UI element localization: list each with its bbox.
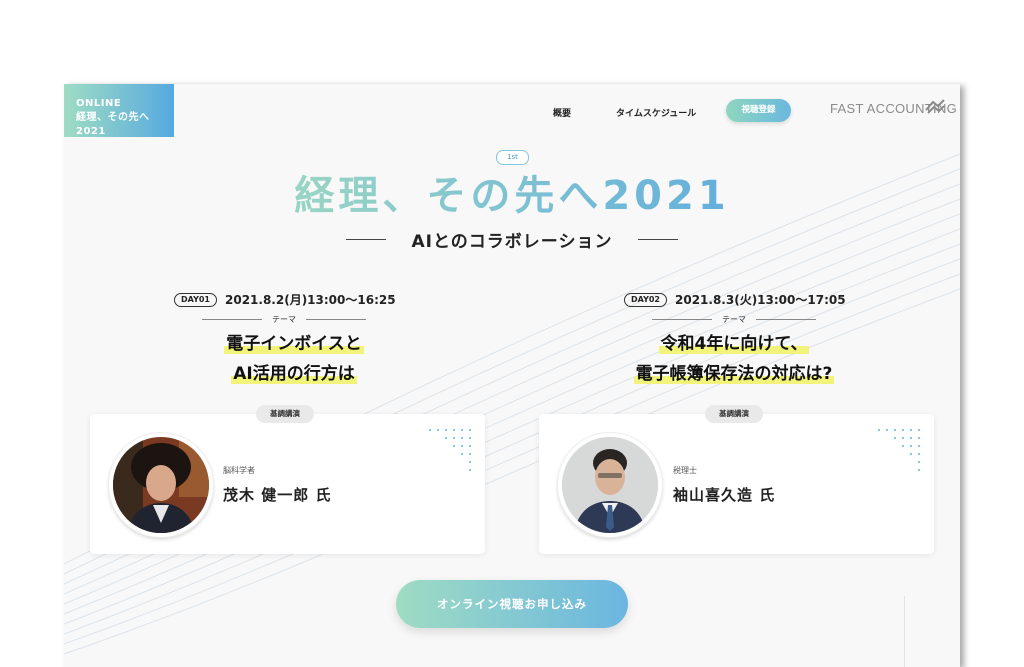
day1-speaker-name: 茂木 健一郎 氏 [223, 486, 332, 504]
day1-speaker-role: 脳科学者 [223, 466, 255, 475]
day2-speaker-avatar [558, 433, 662, 537]
day1-speaker-photo [113, 437, 209, 533]
nav-overview-link[interactable]: 概要 [553, 106, 571, 119]
day1-theme-label: テーマ [272, 315, 296, 324]
hero-title: 経理、その先へ2021 [64, 172, 960, 220]
online-badge-line2: 経理、その先へ2021 [76, 112, 150, 137]
day1-speaker-avatar [109, 433, 213, 537]
day1-topic-line1: 電子インボイスと [224, 334, 364, 354]
day2-keynote-badge: 基調講演 [705, 405, 763, 423]
day2-topic: 令和4年に向けて、 電子帳簿保存法の対応は? [564, 329, 904, 389]
edition-badge: 1st [496, 150, 529, 165]
subtitle-rule-right [637, 239, 678, 240]
day1-topic: 電子インボイスと AI活用の行方は [124, 329, 464, 389]
day1-topic-line2: AI活用の行方は [231, 364, 357, 384]
day2-dot-pattern-icon [877, 428, 921, 472]
nav-register-button[interactable]: 視聴登録 [726, 99, 791, 122]
day1-dot-pattern-icon [428, 428, 472, 472]
brand-mark-icon [925, 99, 945, 114]
nav-schedule-link[interactable]: タイムスケジュール [616, 106, 696, 119]
page: ONLINE 経理、その先へ2021 概要 タイムスケジュール 視聴登録 FAS… [64, 84, 960, 667]
day1-tag: DAY01 [174, 292, 217, 307]
day1-keynote-badge: 基調講演 [256, 405, 314, 423]
hero-subtitle-row: AIとのコラボレーション [64, 227, 960, 252]
online-badge-line1: ONLINE [76, 98, 122, 109]
day2-theme-label: テーマ [722, 315, 746, 324]
subtitle-rule-left [346, 239, 387, 240]
online-badge[interactable]: ONLINE 経理、その先へ2021 [64, 84, 174, 137]
day2-speaker-role: 税理士 [673, 466, 697, 475]
apply-online-viewing-button[interactable]: オンライン視聴お申し込み [396, 580, 628, 628]
day2-header: DAY02 2021.8.3(火)13:00〜17:05 [624, 291, 846, 308]
day2-speaker-name: 袖山喜久造 氏 [673, 486, 776, 504]
day1-date: 2021.8.2(月)13:00〜16:25 [225, 293, 396, 307]
day2-topic-line1: 令和4年に向けて、 [658, 334, 810, 354]
day2-theme-label-row: テーマ [624, 314, 844, 325]
day2-topic-line2: 電子帳簿保存法の対応は? [633, 364, 835, 384]
section-divider [904, 596, 905, 667]
day1-header: DAY01 2021.8.2(月)13:00〜16:25 [174, 291, 396, 308]
day2-tag: DAY02 [624, 292, 667, 307]
day1-theme-label-row: テーマ [174, 314, 394, 325]
day2-date: 2021.8.3(火)13:00〜17:05 [675, 293, 846, 307]
day2-speaker-photo [562, 437, 658, 533]
hero-subtitle: AIとのコラボレーション [411, 232, 613, 252]
